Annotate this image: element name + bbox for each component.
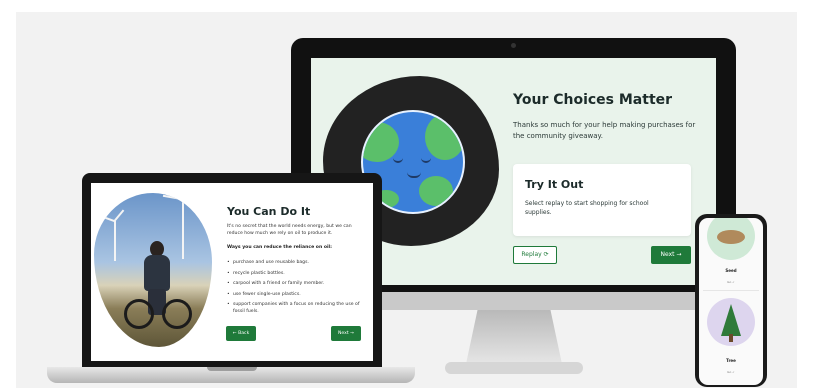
bike-wheel (124, 299, 154, 329)
tree-label: Tree (726, 358, 736, 363)
page-title: Your Choices Matter (513, 92, 673, 108)
laptop-page-title: You Can Do It (227, 205, 311, 218)
list-item: support companies with a focus on reduci… (227, 302, 365, 315)
land-shape (419, 176, 453, 206)
phone-device: Seed Go ✓ Tree Go ✓ (695, 214, 767, 387)
divider (703, 290, 759, 291)
seed-sub: Go ✓ (727, 280, 735, 284)
turbine-blade (182, 193, 194, 200)
tree-sub: Go ✓ (727, 370, 735, 374)
right-eye (421, 158, 431, 163)
laptop-notch (207, 367, 257, 371)
mouth (407, 172, 421, 178)
laptop-next-button[interactable]: Next → (331, 326, 361, 341)
wind-turbine (182, 199, 184, 259)
card-text: Select replay to start shopping for scho… (525, 200, 649, 216)
tips-list: purchase and use reusable bags. recycle … (227, 260, 365, 319)
seed-label: Seed (725, 268, 737, 273)
list-item: carpool with a friend or family member. (227, 281, 365, 288)
turbine-blade (114, 209, 125, 222)
laptop-lid: You Can Do It It's no secret that the wo… (82, 173, 382, 367)
list-item: recycle plastic bottles. (227, 271, 365, 278)
land-shape (425, 114, 463, 160)
tree-icon (721, 304, 741, 336)
seed-icon (717, 230, 745, 244)
cyclist-photo (94, 193, 212, 347)
bike-wheel (162, 299, 192, 329)
tree-card[interactable] (707, 298, 755, 346)
land-shape (363, 122, 399, 162)
try-it-out-card: Try It Out Select replay to start shoppi… (513, 164, 691, 236)
wind-turbine (114, 221, 116, 261)
monitor-stand (466, 310, 562, 364)
camera-dot (511, 43, 516, 48)
replay-button[interactable]: Replay ⟳ (513, 246, 557, 264)
laptop-intro: It's no secret that the world needs ener… (227, 224, 352, 236)
phone-screen: Seed Go ✓ Tree Go ✓ (699, 218, 763, 385)
seed-card[interactable] (707, 218, 755, 260)
back-button[interactable]: ← Back (226, 326, 256, 341)
monitor-foot (445, 362, 583, 374)
person-body (144, 255, 170, 291)
laptop-screen: You Can Do It It's no secret that the wo… (91, 183, 373, 361)
list-item: use fewer single-use plastics. (227, 292, 365, 299)
list-item: purchase and use reusable bags. (227, 260, 365, 267)
page-description: Thanks so much for your help making purc… (513, 121, 696, 140)
left-eye (393, 158, 403, 163)
turbine-blade (162, 194, 183, 200)
turbine-blade (101, 215, 116, 222)
next-button[interactable]: Next → (651, 246, 691, 264)
tree-trunk (729, 334, 733, 342)
laptop-subtitle: Ways you can reduce the reliance on oil: (227, 245, 332, 250)
card-title: Try It Out (525, 178, 584, 191)
